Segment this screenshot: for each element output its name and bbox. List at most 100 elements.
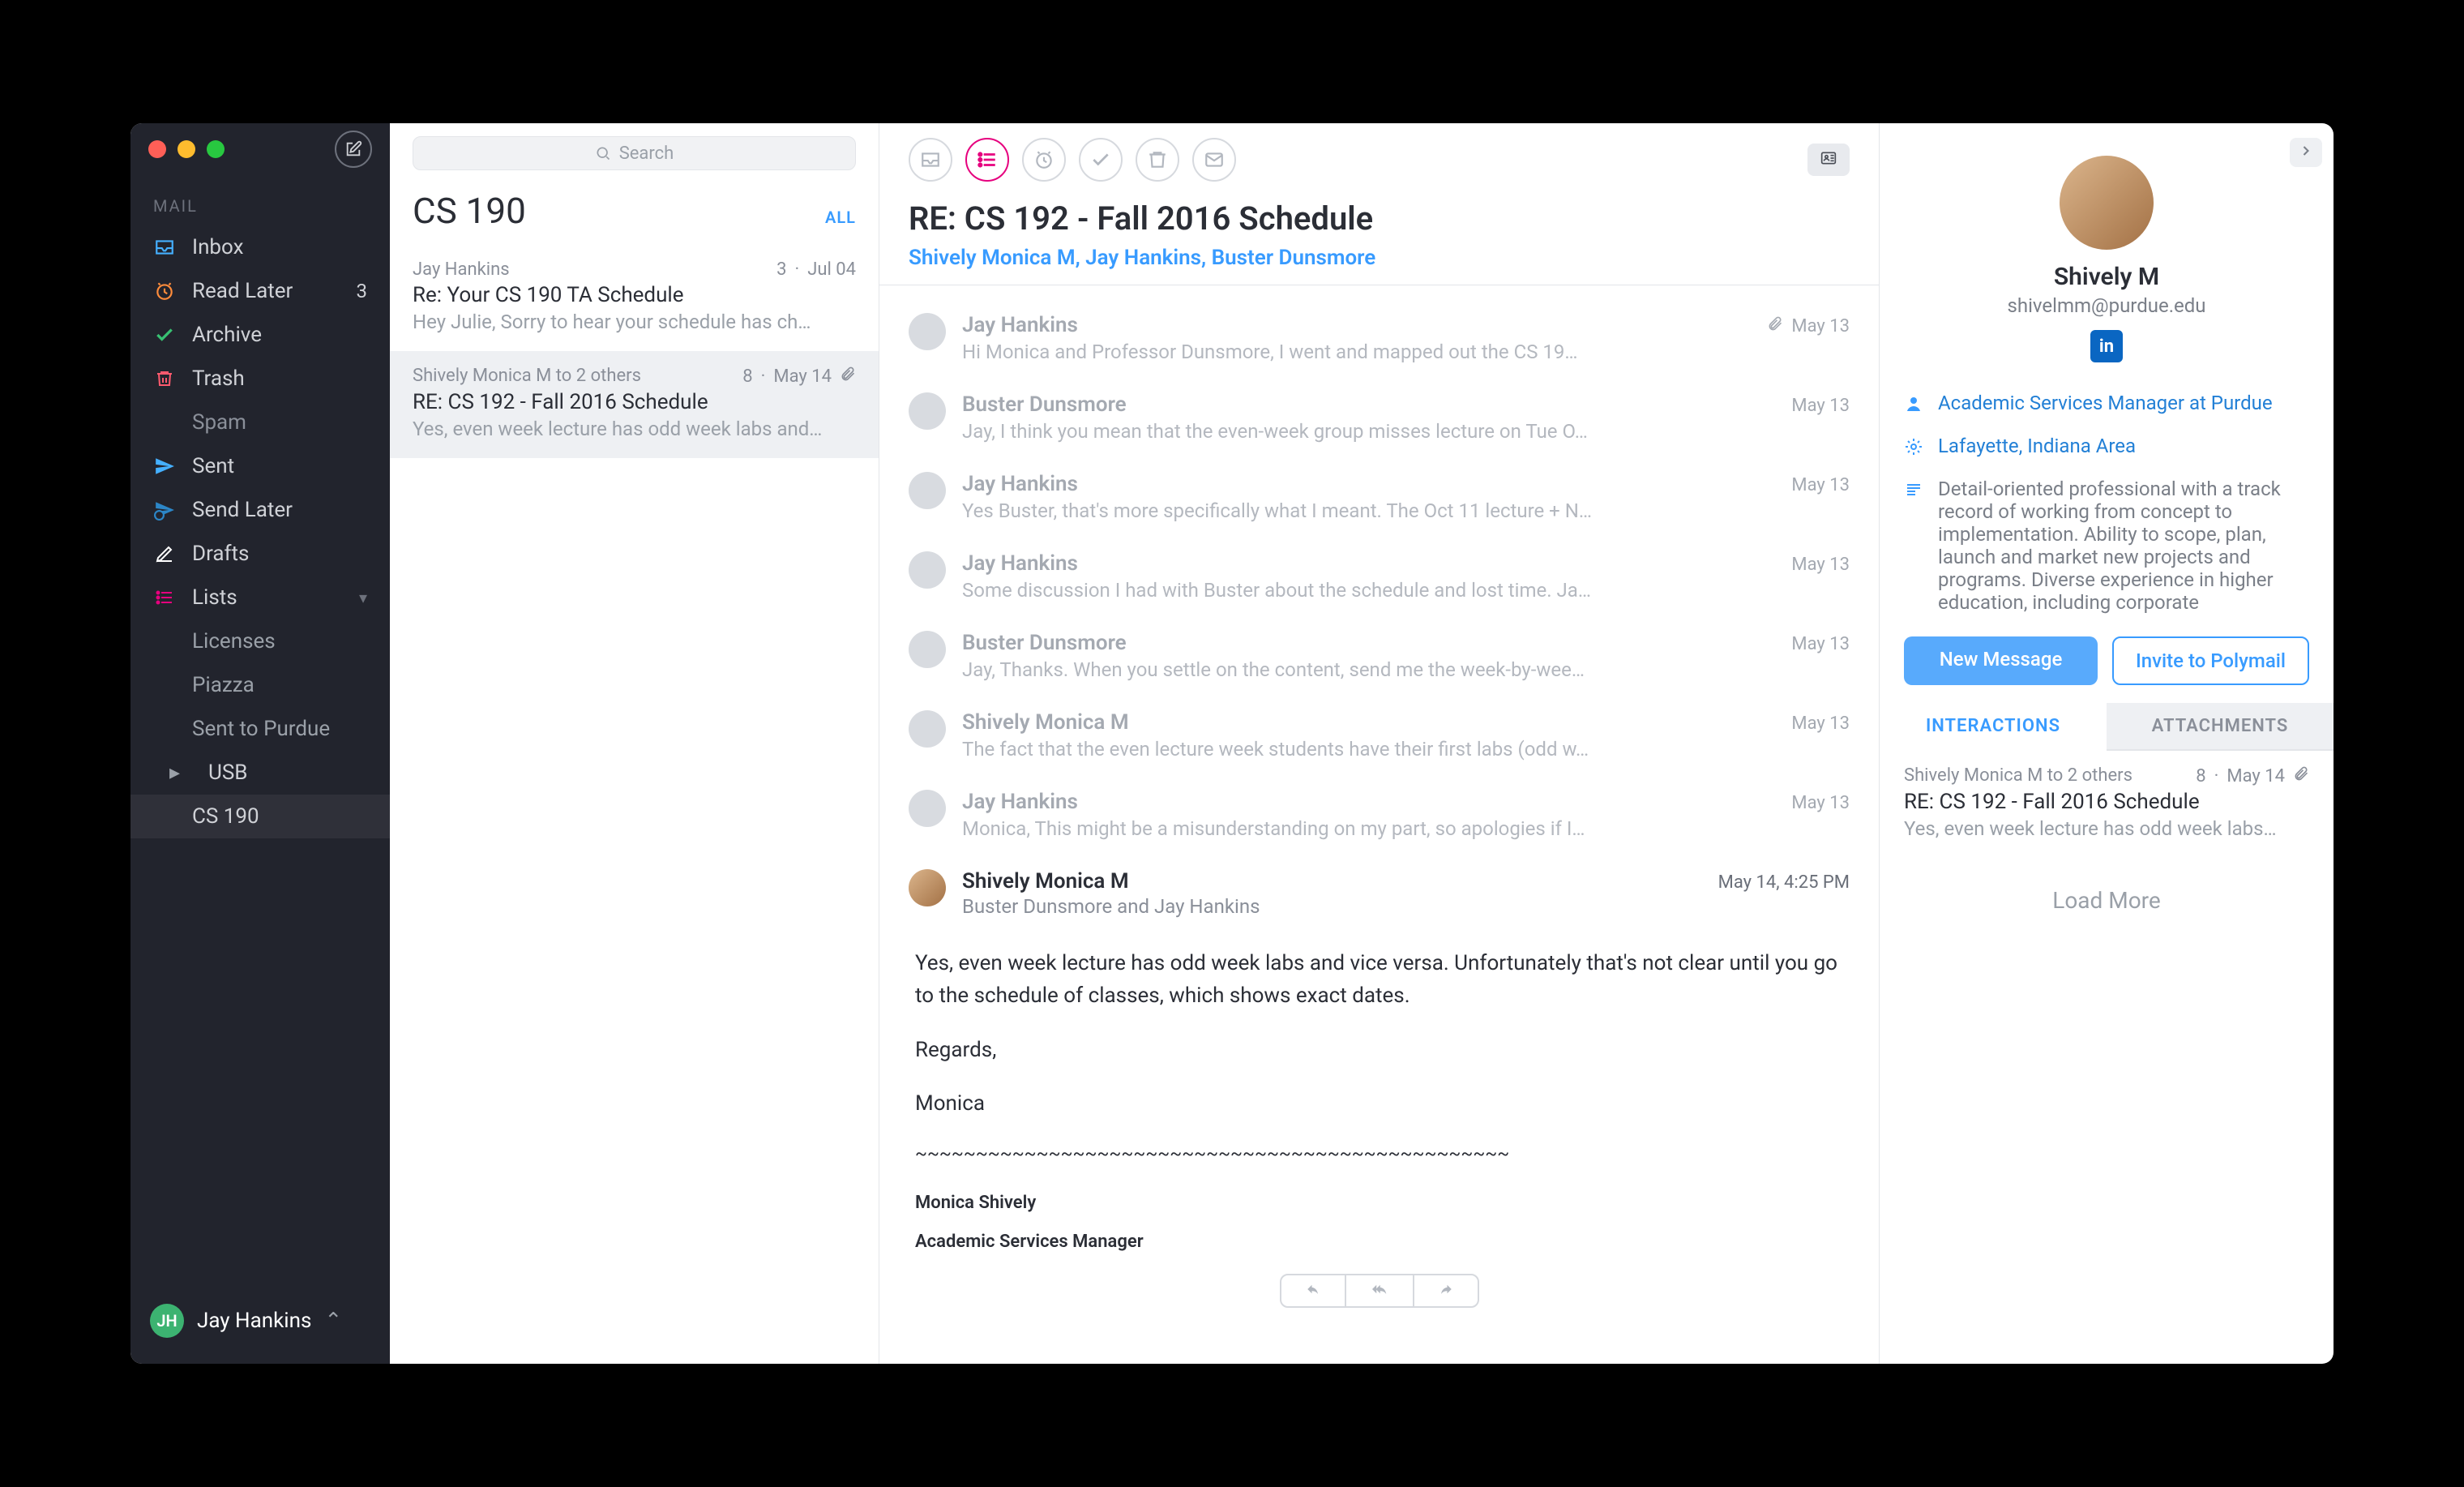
list-icon: [153, 588, 176, 607]
toolbar-trash-button[interactable]: [1136, 138, 1179, 182]
sidebar-item-label: USB: [208, 761, 248, 785]
sidebar-item-inbox[interactable]: Inbox: [130, 225, 390, 269]
sidebar-item-label: Piazza: [192, 673, 255, 697]
sidebar-item-archive[interactable]: Archive: [130, 313, 390, 357]
list-header: CS 190 ALL: [390, 170, 879, 245]
message-row[interactable]: Shively Monica M to 2 others 8 · May 14 …: [390, 351, 879, 458]
thread-sender: Shively Monica M: [962, 869, 1129, 893]
sidebar-item-trash[interactable]: Trash: [130, 357, 390, 401]
person-icon: [1904, 394, 1925, 418]
thread-item[interactable]: Jay Hankins May 13 Hi Monica and Profess…: [909, 298, 1850, 378]
linkedin-button[interactable]: in: [2090, 330, 2123, 362]
compose-button[interactable]: [335, 131, 372, 168]
reply-icon: [1303, 1282, 1324, 1296]
thread-snippet: The fact that the even lecture week stud…: [962, 738, 1850, 761]
message-subject: Re: Your CS 190 TA Schedule: [413, 283, 856, 307]
sidebar-item-lists[interactable]: Lists ▾: [130, 576, 390, 619]
sidebar-item-sent[interactable]: Sent: [130, 444, 390, 488]
chevron-down-icon: ▾: [359, 588, 367, 607]
list-filter-all[interactable]: ALL: [825, 208, 856, 227]
reply-all-button[interactable]: [1346, 1274, 1413, 1308]
toolbar-profile-toggle[interactable]: [1807, 144, 1850, 176]
toolbar-done-button[interactable]: [1079, 138, 1123, 182]
toolbar-unsubscribe-button[interactable]: [1192, 138, 1236, 182]
invite-button[interactable]: Invite to Polymail: [2112, 636, 2309, 685]
sidebar-item-label: Drafts: [192, 542, 249, 566]
thread-item[interactable]: Buster DunsmoreMay 13 Jay, I think you m…: [909, 378, 1850, 457]
interaction-from: Shively Monica M to 2 others: [1904, 765, 2132, 786]
minimize-window-button[interactable]: [178, 140, 195, 158]
sidebar-list-usb[interactable]: ▸ USB: [130, 751, 390, 795]
sidebar-list-licenses[interactable]: Licenses: [130, 619, 390, 663]
tab-interactions[interactable]: INTERACTIONS: [1880, 703, 2107, 751]
thread-item-expanded[interactable]: Shively Monica M May 14, 4:25 PM Buster …: [909, 855, 1850, 932]
profile-collapse-button[interactable]: [2290, 138, 2322, 167]
sidebar-item-send-later[interactable]: Send Later: [130, 488, 390, 532]
tab-attachments[interactable]: ATTACHMENTS: [2107, 703, 2334, 751]
toolbar-list-button[interactable]: [965, 138, 1009, 182]
thread-item[interactable]: Jay HankinsMay 13 Monica, This might be …: [909, 775, 1850, 855]
message-count: 8: [742, 366, 752, 387]
load-more-button[interactable]: Load More: [1880, 855, 2334, 946]
signature-title: Academic Services Manager: [915, 1228, 1843, 1256]
thread-date: May 13: [1791, 634, 1850, 654]
list-icon: [977, 149, 998, 170]
profile-bio: Detail-oriented professional with a trac…: [1904, 469, 2309, 624]
reply-bar: [909, 1274, 1850, 1308]
message-date: May 14: [773, 366, 832, 387]
send-later-icon: [153, 499, 176, 521]
thread-item[interactable]: Jay HankinsMay 13 Some discussion I had …: [909, 537, 1850, 616]
sidebar-item-spam[interactable]: Spam: [130, 401, 390, 444]
avatar: [909, 392, 946, 430]
search-input[interactable]: Search: [413, 136, 856, 170]
sidebar-account[interactable]: JH Jay Hankins ⌃: [130, 1284, 390, 1364]
zoom-window-button[interactable]: [207, 140, 225, 158]
profile-avatar: [2060, 156, 2154, 250]
thread[interactable]: Jay Hankins May 13 Hi Monica and Profess…: [879, 285, 1879, 1364]
sidebar-list-cs190[interactable]: CS 190: [130, 795, 390, 838]
thread-snippet: Monica, This might be a misunderstanding…: [962, 817, 1850, 840]
new-message-button[interactable]: New Message: [1904, 636, 2098, 685]
conversation-participants: Shively Monica M, Jay Hankins, Buster Du…: [909, 246, 1850, 270]
sidebar-item-label: Licenses: [192, 629, 276, 654]
message-row[interactable]: Jay Hankins 3 · Jul 04 Re: Your CS 190 T…: [390, 245, 879, 351]
profile-panel-icon: [1817, 150, 1840, 166]
forward-button[interactable]: [1413, 1274, 1479, 1308]
sidebar-item-label: Spam: [192, 410, 246, 435]
message-paragraph: Regards,: [915, 1034, 1843, 1066]
inbox-icon: [153, 237, 176, 258]
toolbar-inbox-button[interactable]: [909, 138, 952, 182]
thread-item[interactable]: Jay HankinsMay 13 Yes Buster, that's mor…: [909, 457, 1850, 537]
inbox-icon: [920, 149, 941, 170]
conversation-pane: RE: CS 192 - Fall 2016 Schedule Shively …: [879, 123, 1880, 1364]
thread-snippet: Jay, I think you mean that the even-week…: [962, 420, 1850, 443]
message-from: Jay Hankins: [413, 259, 510, 280]
toolbar-snooze-button[interactable]: [1022, 138, 1066, 182]
clock-icon: [153, 281, 176, 302]
thread-sender: Buster Dunsmore: [962, 392, 1127, 417]
message-date: Jul 04: [807, 259, 856, 280]
interaction-row[interactable]: Shively Monica M to 2 others 8 · May 14 …: [1880, 751, 2334, 855]
send-icon: [153, 456, 176, 477]
drafts-icon: [153, 544, 176, 564]
thread-snippet: Some discussion I had with Buster about …: [962, 579, 1850, 602]
thread-sender: Jay Hankins: [962, 790, 1078, 814]
account-avatar: JH: [150, 1304, 184, 1338]
thread-item[interactable]: Shively Monica MMay 13 The fact that the…: [909, 696, 1850, 775]
list-title: CS 190: [413, 190, 526, 232]
avatar: [909, 472, 946, 509]
message-from: Shively Monica M to 2 others: [413, 366, 641, 387]
sidebar-item-label: Inbox: [192, 235, 244, 259]
avatar: [909, 631, 946, 668]
thread-item[interactable]: Buster DunsmoreMay 13 Jay, Thanks. When …: [909, 616, 1850, 696]
close-window-button[interactable]: [148, 140, 166, 158]
sidebar-item-read-later[interactable]: Read Later 3: [130, 269, 390, 313]
reply-button[interactable]: [1280, 1274, 1346, 1308]
sidebar-list-sent-to-purdue[interactable]: Sent to Purdue: [130, 707, 390, 751]
sidebar-list-piazza[interactable]: Piazza: [130, 663, 390, 707]
signature-separator: ~~~~~~~~~~~~~~~~~~~~~~~~~~~~~~~~~~~~~~~~…: [915, 1141, 1843, 1168]
sidebar-item-drafts[interactable]: Drafts: [130, 532, 390, 576]
conversation-subject: RE: CS 192 - Fall 2016 Schedule: [909, 199, 1850, 238]
attachment-icon: [2293, 765, 2309, 786]
location-icon: [1904, 437, 1925, 461]
